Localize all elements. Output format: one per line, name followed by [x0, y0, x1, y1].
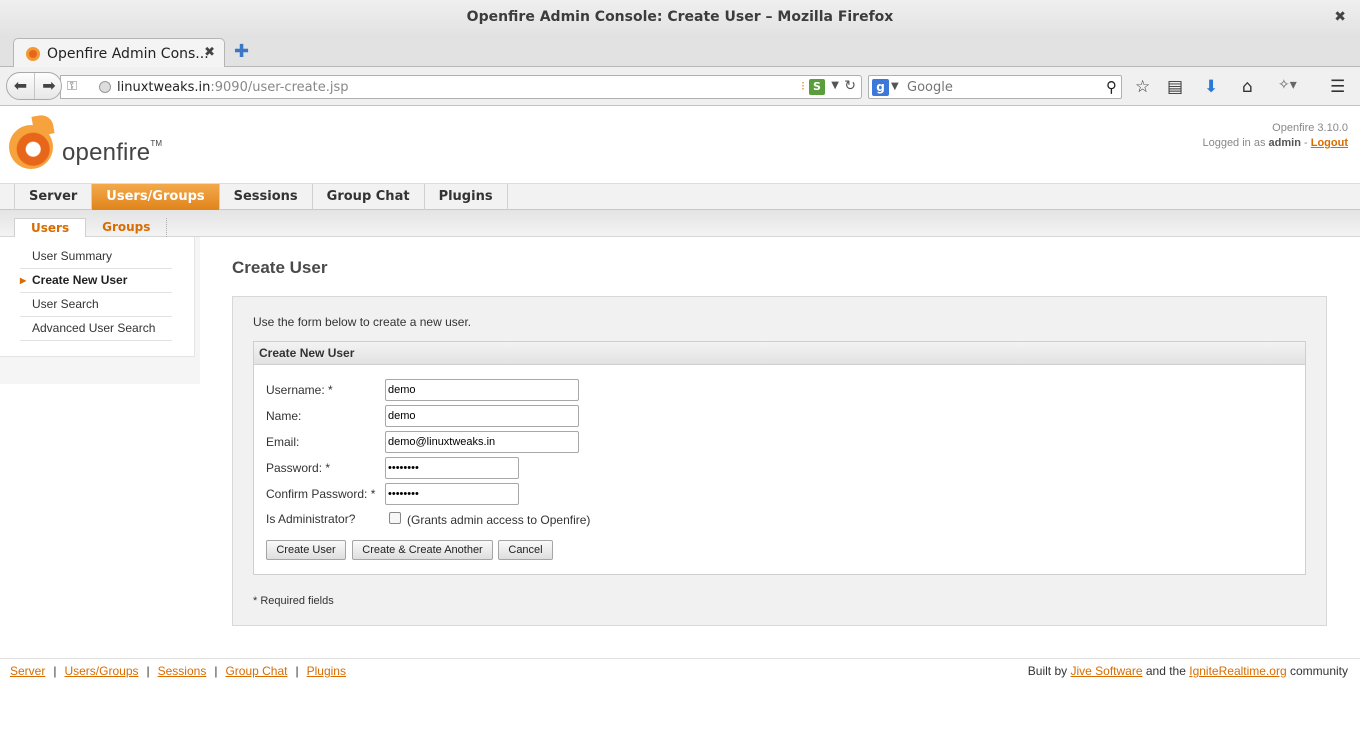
new-tab-icon[interactable]: ✚: [234, 41, 249, 62]
openfire-favicon-icon: [26, 47, 40, 61]
confirm-password-field[interactable]: [385, 483, 519, 505]
page-title: Create User: [232, 258, 328, 277]
password-row: Password: *: [266, 457, 1166, 479]
tab-plugins[interactable]: Plugins: [425, 184, 508, 210]
footer-link-users-groups[interactable]: Users/Groups: [64, 664, 138, 678]
search-input[interactable]: [905, 78, 1095, 96]
window-close-icon[interactable]: ✖: [1334, 0, 1346, 34]
cancel-button[interactable]: Cancel: [498, 540, 553, 560]
username-field[interactable]: [385, 379, 579, 401]
openfire-header: openfireTM Openfire 3.10.0 Logged in as …: [0, 107, 1360, 183]
sidebar: User Summary ▶ Create New User User Searc…: [0, 237, 200, 384]
forward-icon[interactable]: ➡: [37, 73, 61, 99]
tab-strip: Openfire Admin Cons... ✖: [0, 34, 1360, 68]
tab-users-groups[interactable]: Users/Groups: [92, 184, 220, 210]
tab-server[interactable]: Server: [15, 184, 93, 210]
addon-toolbar-icon[interactable]: ✧▾: [1278, 77, 1297, 93]
name-field[interactable]: [385, 405, 579, 427]
username-row: Username: *: [266, 379, 1166, 401]
footer-link-sessions[interactable]: Sessions: [158, 664, 207, 678]
openfire-logo[interactable]: openfireTM: [9, 113, 169, 175]
tab-sessions[interactable]: Sessions: [220, 184, 313, 210]
menu-icon[interactable]: ☰: [1330, 77, 1345, 97]
url-bar[interactable]: ⚿ linuxtweaks.in:9090/user-create.jsp ⁝ …: [60, 75, 862, 99]
downloads-icon[interactable]: ⬇: [1204, 77, 1218, 97]
url-dropdown-icon[interactable]: ▼: [831, 80, 839, 91]
footer-links: Server | Users/Groups | Sessions | Group Chat |…: [10, 664, 346, 678]
ignite-realtime-link[interactable]: IgniteRealtime.org: [1189, 664, 1286, 678]
home-icon[interactable]: ⌂: [1242, 77, 1253, 97]
reload-icon[interactable]: ↻: [844, 78, 856, 94]
form-header: Create New User: [254, 342, 1305, 365]
password-field[interactable]: [385, 457, 519, 479]
footer: Server | Users/Groups | Sessions | Group Chat |…: [0, 658, 1360, 688]
logged-in-user: admin: [1268, 137, 1301, 149]
footer-credit: Built by Jive Software and the IgniteRea…: [1027, 664, 1348, 678]
sidebar-item-user-summary[interactable]: User Summary: [20, 245, 172, 269]
admin-note: (Grants admin access to Openfire): [407, 513, 591, 527]
rss-icon[interactable]: ⁝: [801, 79, 805, 93]
subtab-users[interactable]: Users: [14, 218, 87, 237]
search-bar[interactable]: g ▼ ⚲: [868, 75, 1122, 99]
tab-group-chat[interactable]: Group Chat: [313, 184, 425, 210]
intro-text: Use the form below to create a new user.: [253, 315, 472, 329]
tab-title: Openfire Admin Cons...: [47, 46, 209, 62]
admin-label: Is Administrator?: [266, 512, 356, 526]
main-nav: Server Users/Groups Sessions Group Chat …: [0, 183, 1360, 210]
jive-software-link[interactable]: Jive Software: [1070, 664, 1142, 678]
required-note: * Required fields: [253, 595, 334, 607]
back-forward-group: ⬅ ➡: [6, 72, 62, 100]
version-text: Openfire 3.10.0: [1272, 122, 1348, 134]
sidebar-item-advanced-user-search[interactable]: Advanced User Search: [20, 317, 172, 341]
window-titlebar: Openfire Admin Console: Create User – Mo…: [0, 0, 1360, 34]
active-arrow-icon: ▶: [20, 276, 27, 285]
footer-link-server[interactable]: Server: [10, 664, 45, 678]
content-panel: Use the form below to create a new user.…: [232, 296, 1327, 626]
footer-link-group-chat[interactable]: Group Chat: [225, 664, 287, 678]
admin-row: Is Administrator? (Grants admin access t…: [266, 508, 1166, 530]
name-row: Name:: [266, 405, 1166, 427]
browser-tab[interactable]: Openfire Admin Cons... ✖: [13, 38, 225, 68]
login-status: Logged in as admin - Logout: [1202, 137, 1348, 149]
email-label: Email:: [266, 435, 300, 449]
bookmark-star-icon[interactable]: ☆: [1135, 77, 1150, 97]
confirm-password-label: Confirm Password: *: [266, 487, 376, 501]
search-icon[interactable]: ⚲: [1106, 78, 1117, 96]
navigation-toolbar: ⚿ linuxtweaks.in:9090/user-create.jsp ⁝ …: [0, 67, 1360, 106]
url-text: linuxtweaks.in:9090/user-create.jsp: [117, 80, 349, 95]
password-label: Password: *: [266, 461, 331, 475]
tab-close-icon[interactable]: ✖: [204, 45, 215, 60]
subtab-groups[interactable]: Groups: [86, 218, 168, 237]
logo-flame-icon: [9, 125, 53, 169]
confirm-password-row: Confirm Password: *: [266, 483, 1166, 505]
engine-dropdown-icon[interactable]: ▼: [891, 81, 899, 92]
logout-link[interactable]: Logout: [1311, 137, 1348, 149]
footer-link-plugins[interactable]: Plugins: [307, 664, 346, 678]
site-identity-icon[interactable]: [99, 81, 111, 93]
create-user-form: Create New User Username: * Name: Email:…: [253, 341, 1306, 575]
sidebar-item-user-search[interactable]: User Search: [20, 293, 172, 317]
google-engine-icon[interactable]: g: [872, 79, 889, 96]
username-label: Username: *: [266, 383, 333, 397]
email-field[interactable]: [385, 431, 579, 453]
window-title: Openfire Admin Console: Create User – Mo…: [466, 9, 894, 25]
sidebar-item-create-new-user[interactable]: ▶ Create New User: [20, 269, 172, 293]
reading-list-icon[interactable]: ▤: [1167, 77, 1183, 97]
addon-icon[interactable]: S: [809, 79, 825, 95]
key-icon[interactable]: ⚿: [67, 79, 77, 94]
create-user-button[interactable]: Create User: [266, 540, 346, 560]
sub-nav: Users Groups: [0, 210, 1360, 237]
back-icon[interactable]: ⬅: [7, 73, 35, 99]
email-row: Email:: [266, 431, 1166, 453]
name-label: Name:: [266, 409, 302, 423]
logo-wordmark: openfireTM: [62, 139, 163, 166]
create-another-button[interactable]: Create & Create Another: [352, 540, 493, 560]
admin-checkbox[interactable]: [389, 512, 401, 524]
